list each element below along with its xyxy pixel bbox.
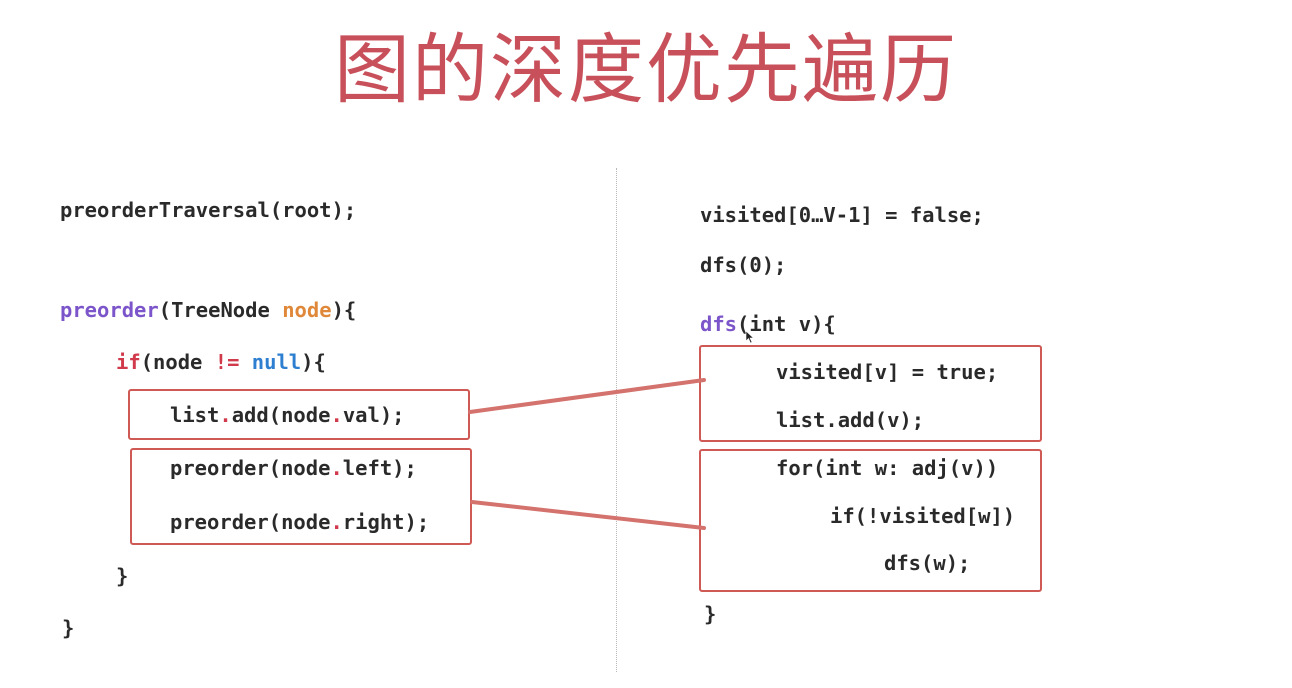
- connector-lines: [468, 378, 706, 530]
- connector-recursion: [470, 500, 706, 530]
- mouse-cursor-icon: [745, 330, 755, 344]
- connector-visit: [468, 378, 706, 414]
